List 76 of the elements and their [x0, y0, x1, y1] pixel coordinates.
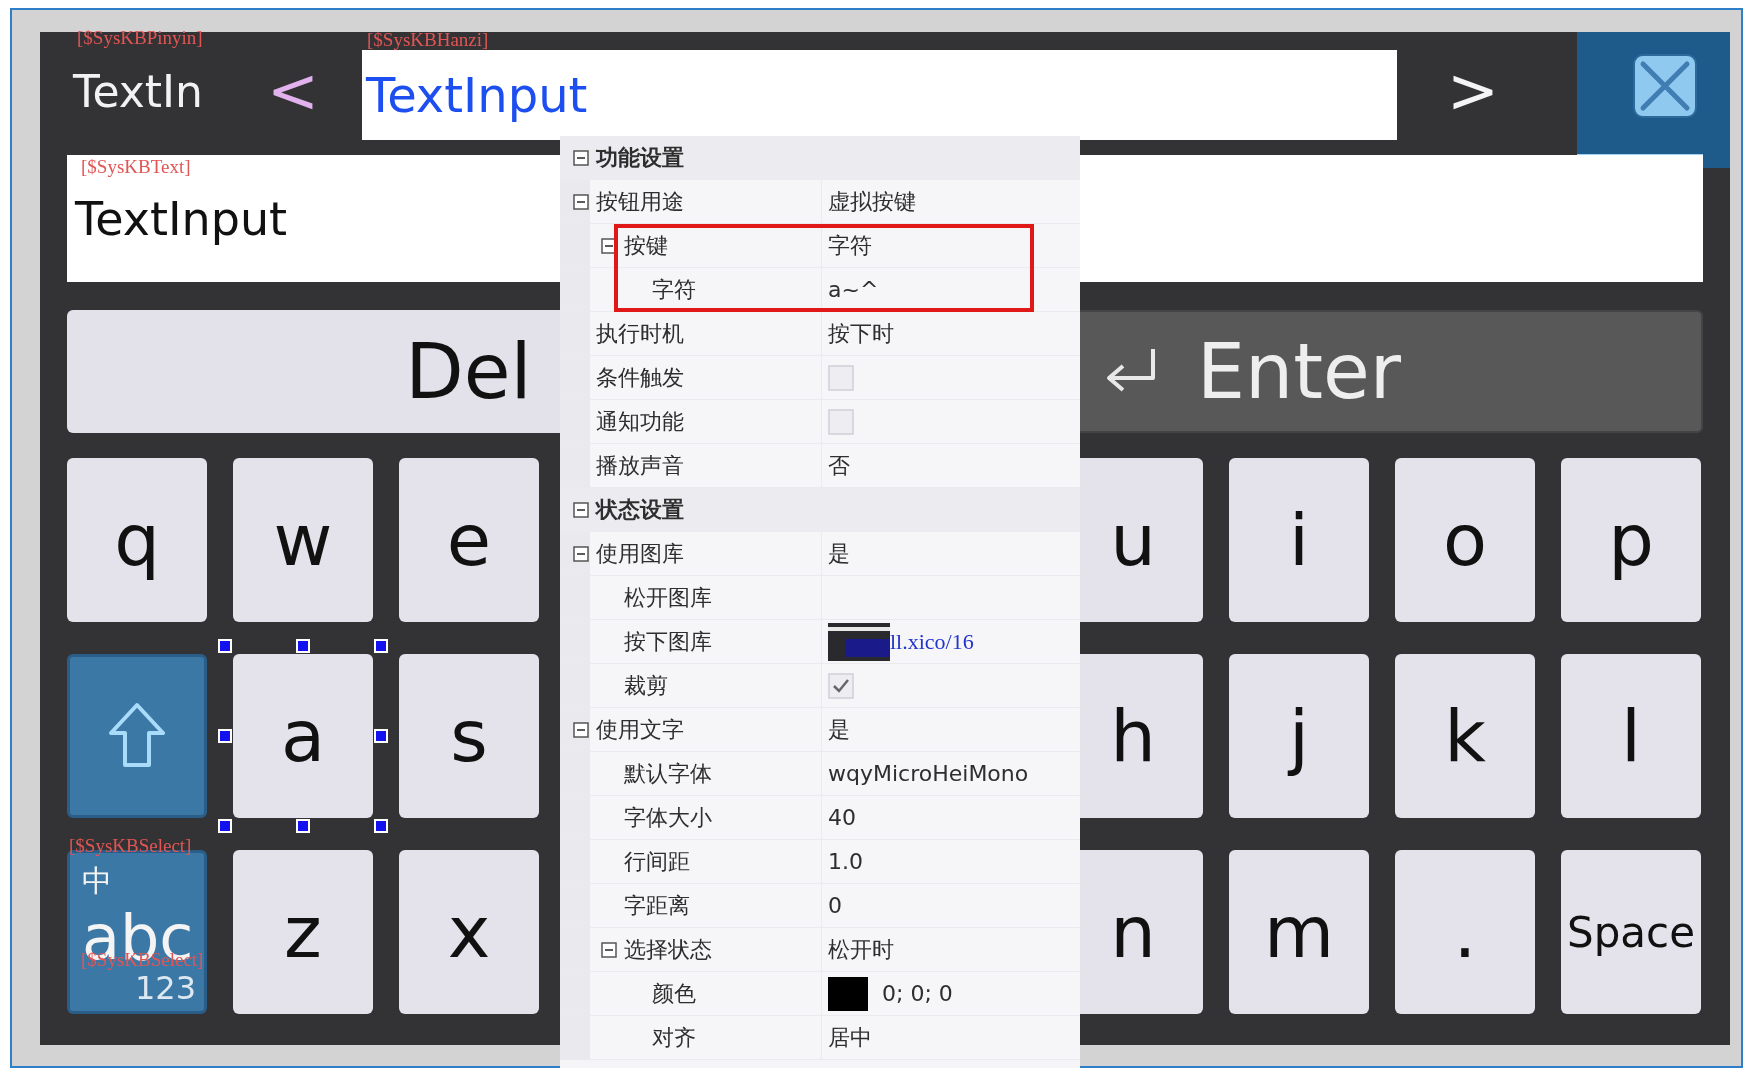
key[interactable]: p — [1561, 458, 1701, 622]
key[interactable]: x — [399, 850, 539, 1014]
property-value: wqyMicroHeiMono — [828, 761, 1029, 786]
property-value: 否 — [828, 451, 850, 480]
property-value: 1.0 — [828, 849, 863, 874]
property-label: 状态设置 — [596, 495, 684, 524]
property-row[interactable]: 状态设置 — [560, 488, 1080, 532]
property-label: 选择状态 — [624, 935, 712, 964]
property-label: 行间距 — [624, 847, 690, 876]
property-label: 功能设置 — [596, 143, 684, 172]
next-button[interactable]: > — [1447, 60, 1499, 122]
key[interactable]: j — [1229, 654, 1369, 818]
key[interactable]: a — [233, 654, 373, 818]
property-label: 松开图库 — [624, 583, 712, 612]
property-row[interactable]: 对齐 居中 — [560, 1016, 1080, 1060]
property-label: 颜色 — [652, 979, 696, 1008]
property-row[interactable]: 默认字体 wqyMicroHeiMono — [560, 752, 1080, 796]
candidate-field[interactable]: TextInput — [362, 50, 1397, 140]
variable-tag: [$SysKBPinyin] — [77, 28, 203, 47]
key[interactable]: . — [1395, 850, 1535, 1014]
key[interactable]: l — [1561, 654, 1701, 818]
key[interactable]: z — [233, 850, 373, 1014]
image-file-link[interactable]: ll.xico/16 — [890, 628, 974, 655]
property-row[interactable]: 裁剪 — [560, 664, 1080, 708]
property-label: 播放声音 — [596, 451, 684, 480]
property-row[interactable]: 行间距 1.0 — [560, 840, 1080, 884]
property-row[interactable]: 通知功能 — [560, 400, 1080, 444]
property-value: 是 — [828, 539, 850, 568]
property-row[interactable]: 字距离 0 — [560, 884, 1080, 928]
property-row[interactable]: 播放声音 否 — [560, 444, 1080, 488]
property-label: 对齐 — [652, 1023, 696, 1052]
property-row[interactable]: 使用文字 是 — [560, 708, 1080, 752]
property-row[interactable]: 使用图库 是 — [560, 532, 1080, 576]
property-label: 字距离 — [624, 891, 690, 920]
property-label: 默认字体 — [624, 759, 712, 788]
property-label: 使用文字 — [596, 715, 684, 744]
property-label: 条件触发 — [596, 363, 684, 392]
previous-button[interactable]: < — [267, 60, 362, 122]
property-row[interactable]: 松开图库 — [560, 576, 1080, 620]
property-value: 居中 — [828, 1023, 872, 1052]
property-value: 0 — [828, 893, 842, 918]
property-row[interactable]: 执行时机 按下时 — [560, 312, 1080, 356]
property-label: 按键 — [624, 231, 668, 260]
property-row[interactable]: 按钮用途 虚拟按键 — [560, 180, 1080, 224]
property-label: 字体大小 — [624, 803, 712, 832]
pinyin-text: TextIn — [72, 65, 204, 117]
key[interactable]: o — [1395, 458, 1535, 622]
property-label: 按钮用途 — [596, 187, 684, 216]
key[interactable]: i — [1229, 458, 1369, 622]
key[interactable]: k — [1395, 654, 1535, 818]
property-row[interactable]: 按下图库 ll.xico/16 — [560, 620, 1080, 664]
input-text: TextInput — [75, 191, 288, 246]
property-value: 字符 — [828, 231, 872, 260]
property-label: 通知功能 — [596, 407, 684, 436]
property-value: 松开时 — [828, 935, 894, 964]
key[interactable]: e — [399, 458, 539, 622]
variable-tag: [$SysKBText] — [81, 157, 191, 176]
space-key[interactable]: Space — [1561, 850, 1701, 1014]
property-value: 0; 0; 0 — [882, 981, 953, 1006]
key[interactable]: w — [233, 458, 373, 622]
property-row[interactable]: 字体大小 40 — [560, 796, 1080, 840]
property-value: 是 — [828, 715, 850, 744]
property-label: 执行时机 — [596, 319, 684, 348]
property-row[interactable]: 功能设置 — [560, 136, 1080, 180]
property-value: 虚拟按键 — [828, 187, 916, 216]
property-label: 按下图库 — [624, 627, 712, 656]
property-row[interactable]: 选择状态 松开时 — [560, 928, 1080, 972]
key[interactable]: m — [1229, 850, 1369, 1014]
property-label: 使用图库 — [596, 539, 684, 568]
key[interactable]: q — [67, 458, 207, 622]
variable-tag: [$SysKBHanzi] — [367, 30, 489, 49]
property-row[interactable]: 条件触发 — [560, 356, 1080, 400]
key[interactable]: s — [399, 654, 539, 818]
property-value: 40 — [828, 805, 856, 830]
property-label: 裁剪 — [624, 671, 668, 700]
property-row[interactable]: 颜色 0; 0; 0 — [560, 972, 1080, 1016]
